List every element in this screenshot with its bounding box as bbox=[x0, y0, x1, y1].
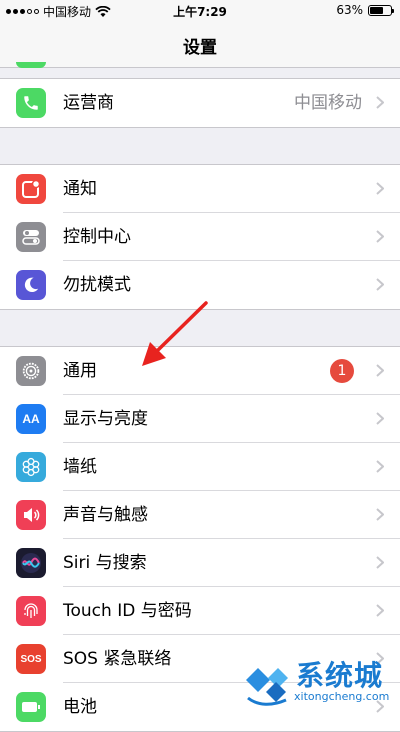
sos-glyph: SOS bbox=[20, 653, 42, 665]
chevron-right-icon bbox=[376, 460, 384, 473]
row-touch-id-passcode[interactable]: Touch ID 与密码 bbox=[0, 587, 400, 635]
battery-icon bbox=[368, 4, 394, 16]
chevron-right-icon bbox=[376, 278, 384, 291]
notification-badge: 1 bbox=[330, 359, 354, 383]
chevron-right-icon bbox=[376, 182, 384, 195]
status-right: 63% bbox=[336, 3, 394, 17]
fingerprint-icon bbox=[16, 596, 46, 626]
status-bar: 中国移动 上午7:29 63% bbox=[0, 0, 400, 22]
page-title: 设置 bbox=[183, 38, 217, 58]
chevron-right-icon bbox=[376, 412, 384, 425]
row-siri-search[interactable]: Siri 与搜索 bbox=[0, 539, 400, 587]
battery-icon bbox=[16, 692, 46, 722]
watermark: 系统城 xitongcheng.com bbox=[242, 654, 398, 710]
sos-icon: SOS bbox=[16, 644, 46, 674]
chevron-right-icon bbox=[376, 364, 384, 377]
partial-row-icon bbox=[16, 62, 46, 68]
row-sounds-haptics[interactable]: 声音与触感 bbox=[0, 491, 400, 539]
annotation-arrow bbox=[142, 301, 208, 366]
chevron-right-icon bbox=[376, 556, 384, 569]
flower-icon bbox=[16, 452, 46, 482]
row-value: 中国移动 bbox=[294, 93, 362, 113]
row-label: 控制中心 bbox=[63, 227, 131, 247]
row-label: 电池 bbox=[63, 697, 97, 717]
row-label: 通知 bbox=[63, 179, 97, 199]
row-label: 墙纸 bbox=[63, 457, 97, 477]
gear-icon bbox=[16, 356, 46, 386]
row-display-brightness[interactable]: AA 显示与亮度 bbox=[0, 395, 400, 443]
watermark-url: xitongcheng.com bbox=[294, 690, 390, 703]
control-center-icon bbox=[16, 222, 46, 252]
row-label: SOS 紧急联络 bbox=[63, 649, 172, 669]
navigation-bar: 设置 bbox=[0, 22, 400, 68]
row-label: 通用 bbox=[63, 361, 97, 381]
chevron-right-icon bbox=[376, 96, 384, 109]
row-label: Touch ID 与密码 bbox=[63, 601, 192, 621]
chevron-right-icon bbox=[376, 508, 384, 521]
phone-icon bbox=[16, 88, 46, 118]
row-control-center[interactable]: 控制中心 bbox=[0, 213, 400, 261]
watermark-logo bbox=[246, 668, 288, 706]
moon-icon bbox=[16, 270, 46, 300]
row-carrier[interactable]: 运营商 中国移动 bbox=[0, 79, 400, 127]
row-label: 运营商 bbox=[63, 93, 114, 113]
chevron-right-icon bbox=[376, 230, 384, 243]
text-size-icon: AA bbox=[16, 404, 46, 434]
battery-percent: 63% bbox=[336, 3, 363, 17]
settings-group-carrier: 运营商 中国移动 bbox=[0, 78, 400, 128]
row-wallpaper[interactable]: 墙纸 bbox=[0, 443, 400, 491]
chevron-right-icon bbox=[376, 604, 384, 617]
text-size-glyph: AA bbox=[22, 412, 40, 426]
row-label: 显示与亮度 bbox=[63, 409, 148, 429]
speaker-icon bbox=[16, 500, 46, 530]
row-notifications[interactable]: 通知 bbox=[0, 165, 400, 213]
row-label: Siri 与搜索 bbox=[63, 553, 147, 573]
watermark-title: 系统城 bbox=[296, 659, 384, 692]
row-label: 勿扰模式 bbox=[63, 275, 131, 295]
row-label: 声音与触感 bbox=[63, 505, 148, 525]
settings-group-notifications: 通知 控制中心 勿扰模式 bbox=[0, 164, 400, 310]
notifications-icon bbox=[16, 174, 46, 204]
siri-icon bbox=[16, 548, 46, 578]
